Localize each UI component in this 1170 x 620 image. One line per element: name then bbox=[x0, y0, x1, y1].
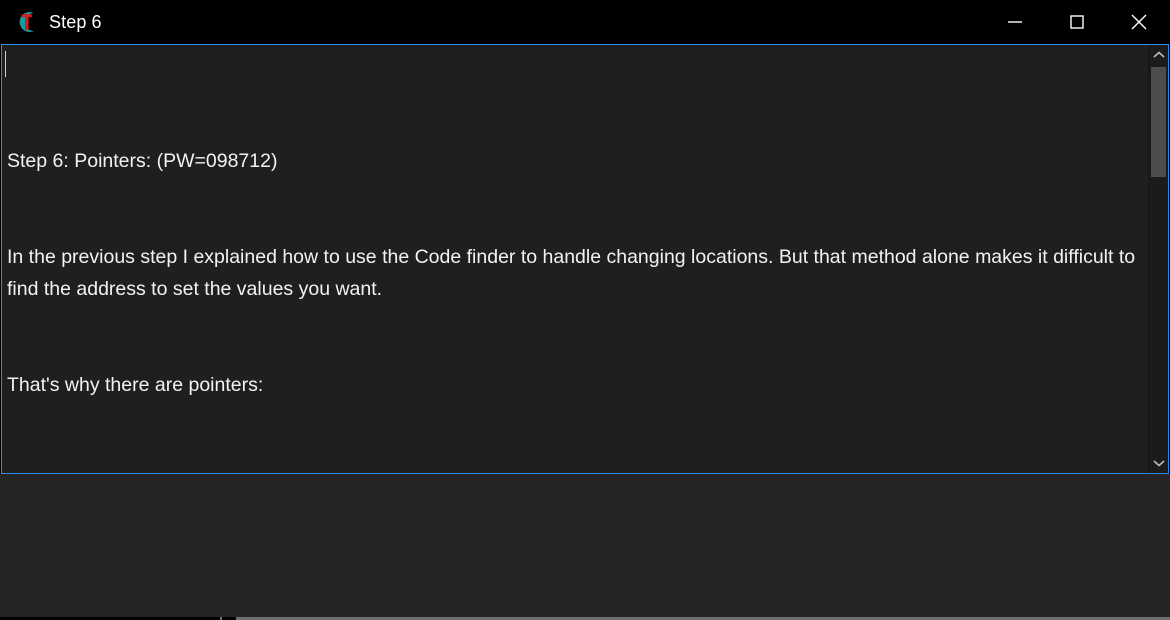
tutorial-text-panel[interactable]: Step 6: Pointers: (PW=098712) In the pre… bbox=[1, 44, 1169, 474]
window-title: Step 6 bbox=[49, 12, 102, 32]
chevron-down-icon[interactable] bbox=[1149, 453, 1168, 473]
scrollbar-thumb[interactable] bbox=[1151, 67, 1166, 177]
chevron-up-icon[interactable] bbox=[1149, 45, 1168, 65]
titlebar-left-group: Step 6 bbox=[0, 10, 984, 34]
minimize-button[interactable] bbox=[984, 0, 1046, 44]
tutorial-line: Step 6: Pointers: (PW=098712) bbox=[7, 150, 278, 172]
window-controls bbox=[984, 0, 1170, 44]
bottom-control-panel: Change value 100 Change pointer Next Ski… bbox=[0, 474, 1170, 620]
tutorial-text-content[interactable]: Step 6: Pointers: (PW=098712) In the pre… bbox=[2, 45, 1148, 473]
close-button[interactable] bbox=[1108, 0, 1170, 44]
tutorial-line: That's why there are pointers: bbox=[7, 374, 264, 396]
tutorial-line: In the previous step I explained how to … bbox=[7, 246, 1141, 300]
maximize-button[interactable] bbox=[1046, 0, 1108, 44]
text-caret bbox=[5, 51, 6, 77]
tutorial-text-scrollbar[interactable] bbox=[1148, 45, 1168, 473]
window-titlebar[interactable]: Step 6 bbox=[0, 0, 1170, 44]
tutorial-line-blank bbox=[7, 465, 1142, 473]
cheat-engine-tutorial-window: Step 6 Step 6: Pointers: (PW=098712) In … bbox=[0, 0, 1170, 620]
scrollbar-track[interactable] bbox=[1149, 65, 1168, 453]
cheat-engine-logo-icon bbox=[14, 10, 38, 34]
